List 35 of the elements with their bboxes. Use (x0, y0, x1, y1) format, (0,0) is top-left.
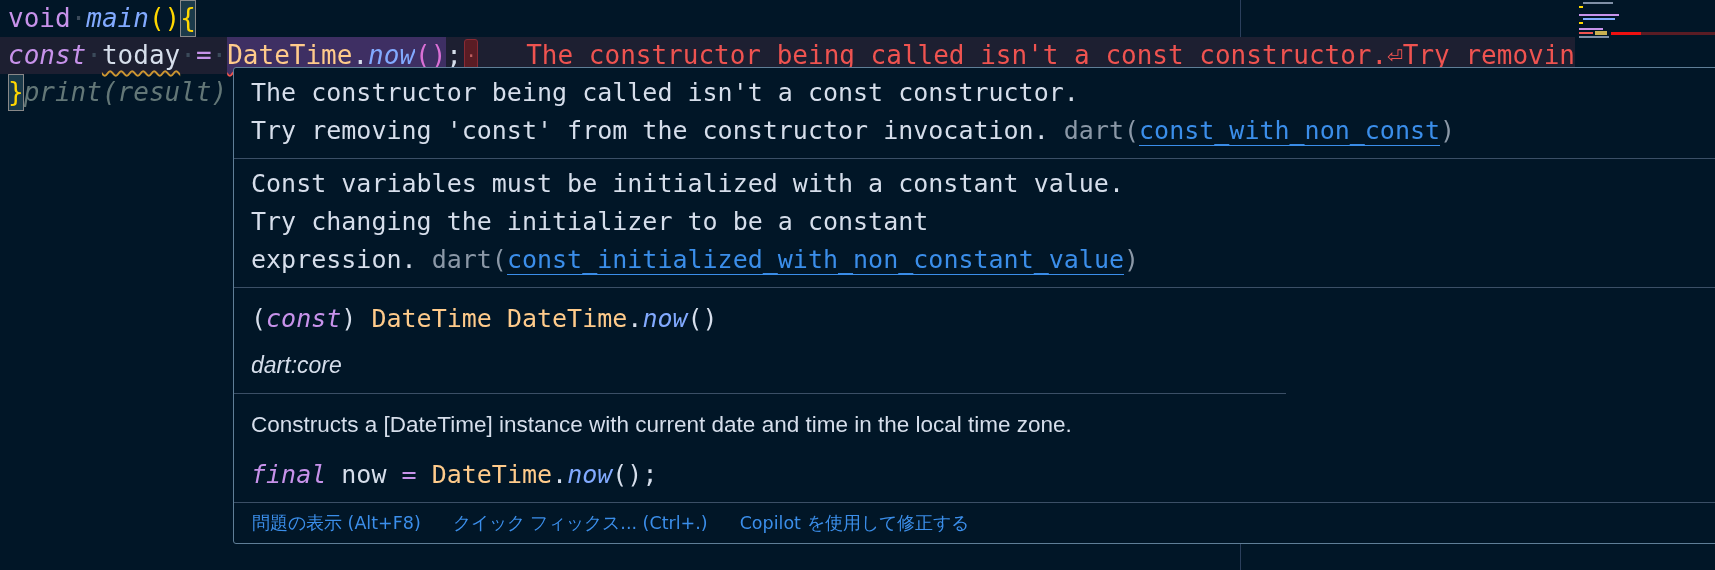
punctuation-token: ( (251, 303, 267, 335)
rule-link[interactable]: const_with_non_const (1139, 116, 1441, 146)
operator-token: = (401, 459, 417, 491)
whitespace-dot: · (86, 39, 102, 72)
inline-error-text: The constructor being called isn't a const constructor.⏎Try removin (525, 39, 1575, 72)
action-link[interactable]: クイック フィックス... (Ctrl+.) (452, 511, 708, 535)
rule-link[interactable]: const_initialized_with_non_constant_value (506, 245, 1124, 275)
whitespace-dot: · (211, 39, 228, 72)
keyword-token: final (251, 459, 327, 491)
problem-message: Const variables must be initialized with a constant value. Try changing the initializer to be a constant expression. dart(const_initialized_with_non_constant_value) (251, 168, 1141, 277)
whitespace-dot: · (70, 2, 87, 35)
function-token: now (642, 303, 688, 335)
action-link[interactable]: 問題の表示 (Alt+F8) (252, 511, 421, 535)
problem-message: The constructor being called isn't a const constructor. Try removing 'const' from the constructor invocation. dart(const_with_non_const) (251, 77, 1457, 148)
punctuation-token: (); (612, 459, 658, 491)
operator-token: = (195, 39, 212, 72)
whitespace-dot: · (180, 39, 196, 72)
keyword-token: const (8, 39, 87, 72)
punctuation-token: . (552, 459, 568, 491)
variable-token: today (101, 39, 181, 72)
bracket-token: { (180, 0, 196, 37)
keyword-token: const (266, 303, 342, 335)
action-link[interactable]: Copilot を使用して修正する (739, 511, 969, 535)
bracket-token: } (8, 74, 24, 111)
keyword-token: void (8, 2, 71, 35)
punctuation-token: now (340, 459, 388, 491)
doc-text: Constructs a [DateTime] instance with current date and time in the local time zone. (250, 411, 1073, 439)
function-token: now (567, 459, 613, 491)
punctuation-token: . (627, 303, 643, 335)
punctuation-token: ) (341, 303, 358, 335)
type-token: DateTime (430, 459, 553, 491)
type-token: DateTime DateTime (371, 303, 628, 335)
library-name: dart:core (250, 351, 343, 380)
function-token: main (86, 2, 149, 35)
bracket-token: () (148, 2, 181, 35)
